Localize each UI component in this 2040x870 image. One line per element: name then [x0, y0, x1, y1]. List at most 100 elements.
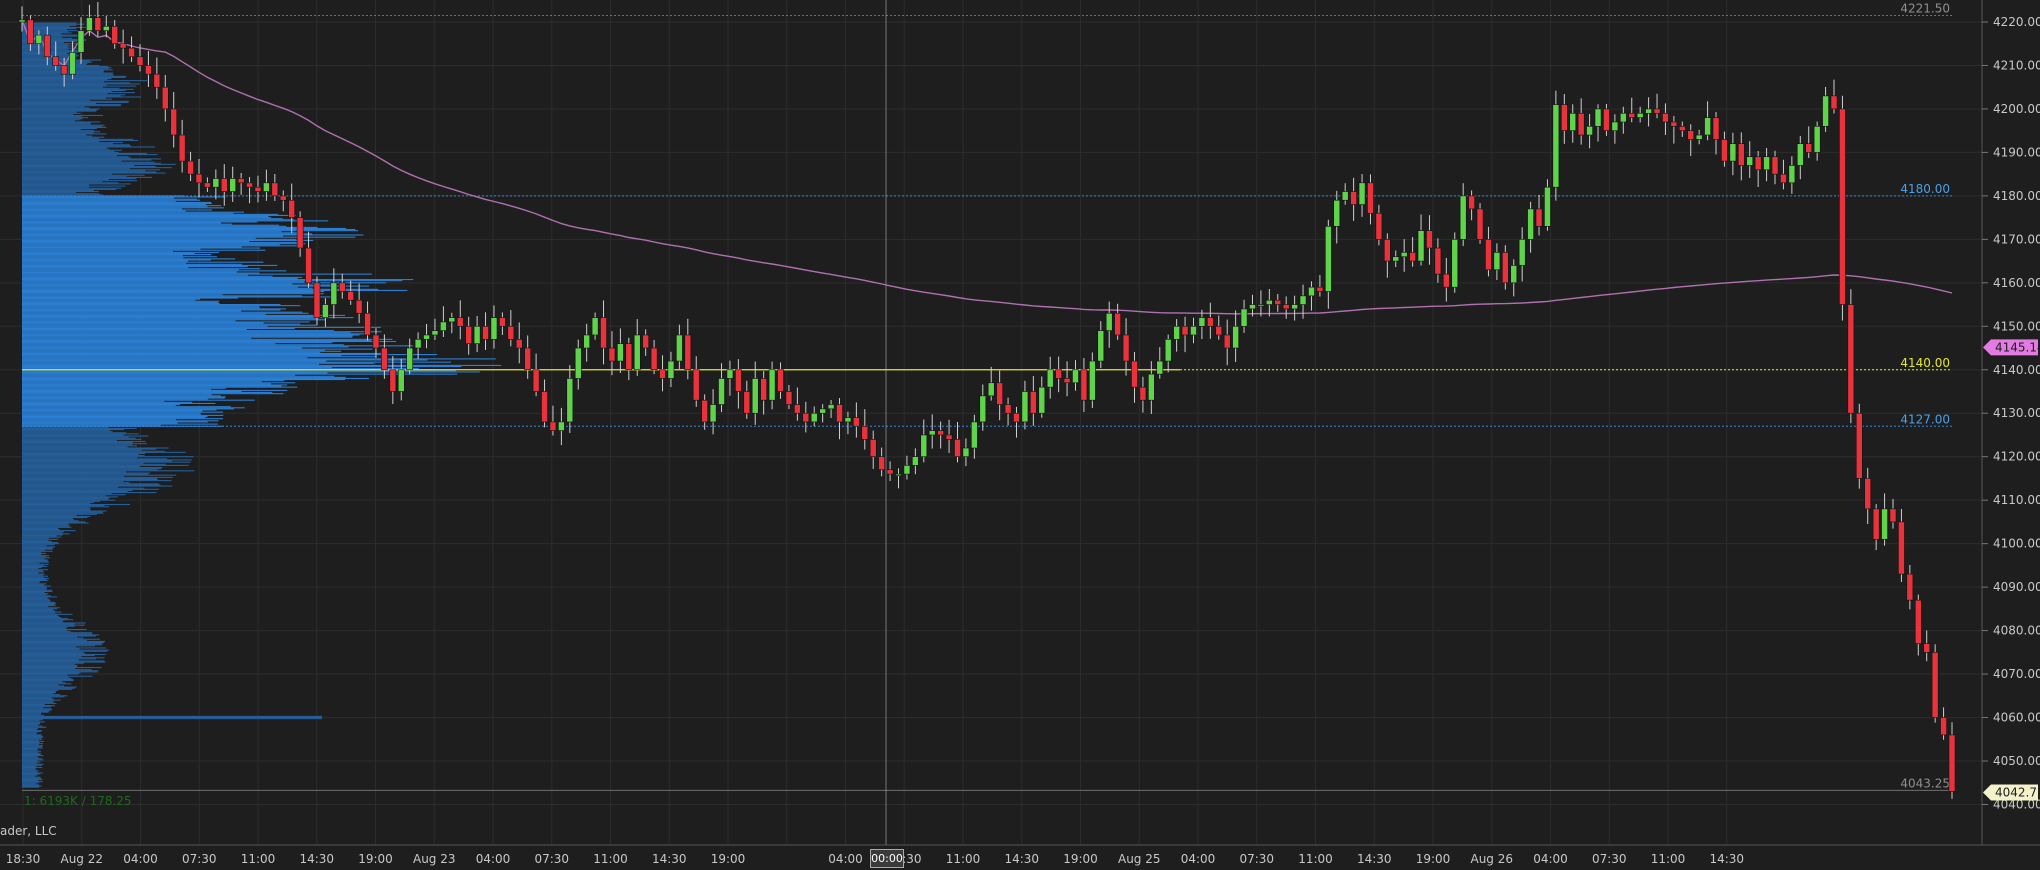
profile-bar — [22, 447, 169, 449]
candle-down — [743, 391, 751, 414]
candle-up — [676, 334, 683, 362]
profile-bar — [22, 580, 49, 582]
profile-bar — [22, 639, 87, 641]
profile-bar — [22, 356, 377, 358]
profile-bar — [22, 594, 47, 596]
profile-bar — [22, 300, 220, 302]
profile-bar — [22, 106, 85, 108]
profile-bar — [22, 268, 261, 270]
profile-bar — [22, 688, 72, 690]
profile-bar — [22, 248, 201, 250]
profile-bar — [22, 538, 59, 540]
profile-bar — [22, 759, 44, 761]
profile-bar — [22, 562, 40, 564]
profile-bar — [22, 338, 393, 340]
profile-bar — [22, 368, 419, 370]
price-chart[interactable]: 4221.504180.004140.004127.004043.25 4040… — [0, 0, 2040, 870]
profile-bar — [22, 176, 152, 178]
profile-bar — [22, 549, 45, 551]
profile-bar — [22, 208, 183, 210]
candle-up — [440, 321, 447, 331]
candle-up — [1569, 112, 1577, 131]
profile-bar — [22, 184, 90, 186]
profile-bar — [22, 256, 217, 258]
profile-bar — [22, 236, 356, 238]
candle-up — [1459, 195, 1467, 240]
profile-bar — [22, 559, 48, 561]
candle-down — [347, 291, 355, 301]
candle-up — [912, 456, 919, 466]
profile-bar — [22, 399, 255, 401]
candle-down — [1409, 252, 1416, 262]
profile-bar — [22, 659, 79, 661]
candle-down — [499, 317, 506, 327]
profile-bar — [22, 664, 78, 666]
profile-bar — [22, 113, 74, 115]
candle-up — [928, 430, 936, 436]
profile-bar — [22, 449, 142, 451]
profile-bar — [22, 388, 212, 390]
profile-bar — [22, 437, 136, 439]
profile-bar — [22, 402, 216, 404]
profile-bar — [22, 596, 58, 598]
profile-bar — [22, 674, 68, 676]
candle-down — [650, 347, 658, 371]
profile-bar — [22, 302, 220, 305]
profile-bar — [22, 121, 101, 123]
profile-bar — [22, 622, 86, 624]
candle-down — [794, 404, 801, 414]
profile-bar — [22, 539, 49, 541]
candle-down — [145, 65, 152, 75]
time-tick-label: 04:00 — [1181, 852, 1216, 866]
candle-down — [1030, 391, 1037, 414]
profile-bar — [22, 87, 120, 89]
profile-bar — [22, 330, 334, 332]
profile-bar — [22, 359, 428, 361]
candle-up — [1038, 386, 1046, 414]
time-tick-label: 04:00 — [476, 852, 511, 866]
profile-bar — [22, 774, 37, 776]
candle-up — [827, 404, 835, 410]
profile-bar — [22, 735, 43, 737]
profile-bar — [22, 685, 65, 687]
profile-bar — [22, 728, 37, 731]
profile-bar — [22, 439, 117, 441]
candle-up — [1392, 256, 1400, 262]
profile-bar — [22, 142, 123, 144]
profile-bar — [22, 780, 39, 782]
time-tick-label: 11:00 — [1651, 852, 1686, 866]
profile-bar — [22, 599, 51, 601]
profile-bar — [22, 668, 76, 670]
candle-down — [1004, 404, 1012, 414]
profile-bar — [22, 473, 149, 475]
candle-up — [322, 304, 329, 318]
profile-bar — [22, 524, 70, 526]
profile-bar — [22, 772, 43, 774]
profile-bar — [22, 75, 127, 77]
profile-bar — [22, 653, 106, 656]
candle-down — [760, 378, 767, 401]
profile-bar — [22, 372, 328, 374]
profile-bar — [22, 102, 96, 105]
candle-up — [979, 395, 987, 423]
profile-bar — [22, 509, 91, 511]
candle-down — [1898, 521, 1905, 575]
profile-bar — [22, 650, 108, 652]
profile-bar — [22, 689, 59, 691]
candle-up — [971, 421, 978, 449]
profile-bar — [22, 274, 249, 276]
profile-bar — [22, 443, 147, 445]
profile-bar — [22, 782, 39, 784]
profile-bar — [22, 325, 268, 327]
candle-up — [1072, 369, 1079, 384]
candle-up — [77, 30, 85, 53]
profile-bar — [22, 603, 55, 606]
profile-bar — [22, 108, 100, 110]
profile-bar — [22, 396, 226, 398]
profile-bar — [22, 456, 194, 458]
profile-bar — [22, 587, 47, 589]
time-tick-label: 04:00 — [1533, 852, 1568, 866]
profile-bar — [22, 182, 119, 184]
candle-down — [1063, 378, 1071, 384]
candle-up — [1299, 295, 1307, 305]
